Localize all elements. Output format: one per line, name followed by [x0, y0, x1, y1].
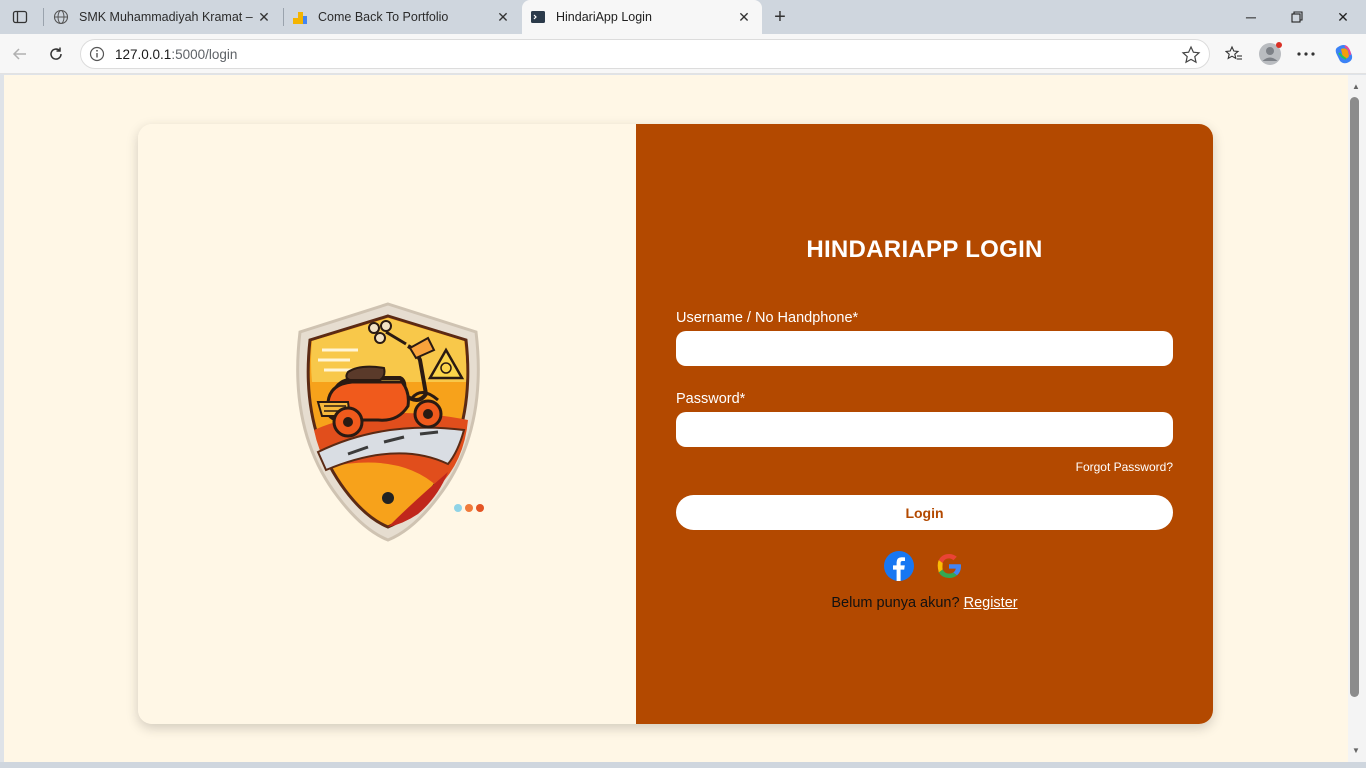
register-link[interactable]: Register	[964, 595, 1018, 611]
tab-title: HindariApp Login	[556, 10, 652, 24]
dot	[465, 504, 473, 512]
browser-toolbar: 127.0.0.1:5000/login	[0, 34, 1366, 74]
tab-title: Come Back To Portfolio	[318, 10, 449, 24]
back-icon[interactable]	[6, 40, 34, 68]
page-viewport: HINDARIAPP LOGIN Username / No Handphone…	[4, 75, 1348, 762]
password-label: Password*	[676, 391, 746, 407]
username-label: Username / No Handphone*	[676, 310, 859, 326]
window-bottom-edge	[0, 762, 1366, 768]
address-bar[interactable]: 127.0.0.1:5000/login	[80, 39, 1210, 69]
scroll-down-icon[interactable]: ▼	[1351, 747, 1361, 755]
close-icon[interactable]: ✕	[254, 7, 274, 27]
url-host: 127.0.0.1	[115, 47, 172, 62]
tab-separator	[43, 8, 44, 26]
page-scrollbar[interactable]: ▲ ▼	[1348, 75, 1366, 762]
close-icon[interactable]: ✕	[734, 7, 754, 27]
url-path: :5000/login	[171, 47, 238, 62]
logo-panel	[138, 124, 636, 724]
favorites-icon[interactable]	[1220, 40, 1248, 68]
close-icon[interactable]: ✕	[493, 7, 513, 27]
chart-icon	[292, 9, 308, 25]
tab-portfolio[interactable]: Come Back To Portfolio ✕	[284, 0, 521, 34]
register-prompt: Belum punya akun?	[831, 595, 960, 611]
forgot-password-link[interactable]: Forgot Password?	[1076, 460, 1173, 474]
login-title: HINDARIAPP LOGIN	[806, 236, 1043, 263]
tab-strip: SMK Muhammadiyah Kramat – Sc ✕ Come Back…	[0, 0, 1366, 34]
restore-icon[interactable]	[1274, 0, 1320, 34]
more-options-icon[interactable]	[1292, 40, 1320, 68]
star-icon[interactable]	[1181, 45, 1201, 65]
profile-avatar[interactable]	[1256, 40, 1284, 68]
reload-icon[interactable]	[42, 40, 70, 68]
tab-actions-icon[interactable]	[8, 6, 32, 28]
terminal-icon	[530, 9, 546, 25]
loading-dots	[454, 504, 484, 512]
dot	[454, 504, 462, 512]
login-button[interactable]: Login	[676, 495, 1173, 530]
google-icon[interactable]	[934, 551, 964, 581]
scroll-up-icon[interactable]: ▲	[1351, 83, 1361, 91]
site-info-icon[interactable]	[89, 46, 105, 62]
tab-title: SMK Muhammadiyah Kramat – Sc	[79, 10, 254, 24]
tab-hindariapp[interactable]: HindariApp Login ✕	[522, 0, 762, 34]
facebook-icon[interactable]	[884, 551, 914, 581]
login-card: HINDARIAPP LOGIN Username / No Handphone…	[138, 124, 1213, 724]
scrollbar-thumb[interactable]	[1350, 97, 1359, 697]
password-input[interactable]	[676, 412, 1173, 447]
close-window-icon[interactable]: ✕	[1320, 0, 1366, 34]
dot	[476, 504, 484, 512]
minimize-icon[interactable]: ─	[1228, 0, 1274, 34]
url-text: 127.0.0.1:5000/login	[115, 47, 237, 62]
copilot-icon[interactable]	[1330, 40, 1358, 68]
register-row: Belum punya akun? Register	[636, 595, 1213, 611]
username-input[interactable]	[676, 331, 1173, 366]
new-tab-button[interactable]: +	[768, 5, 792, 29]
login-panel: HINDARIAPP LOGIN Username / No Handphone…	[636, 124, 1213, 724]
globe-icon	[53, 9, 69, 25]
tab-smk[interactable]: SMK Muhammadiyah Kramat – Sc ✕	[45, 0, 282, 34]
